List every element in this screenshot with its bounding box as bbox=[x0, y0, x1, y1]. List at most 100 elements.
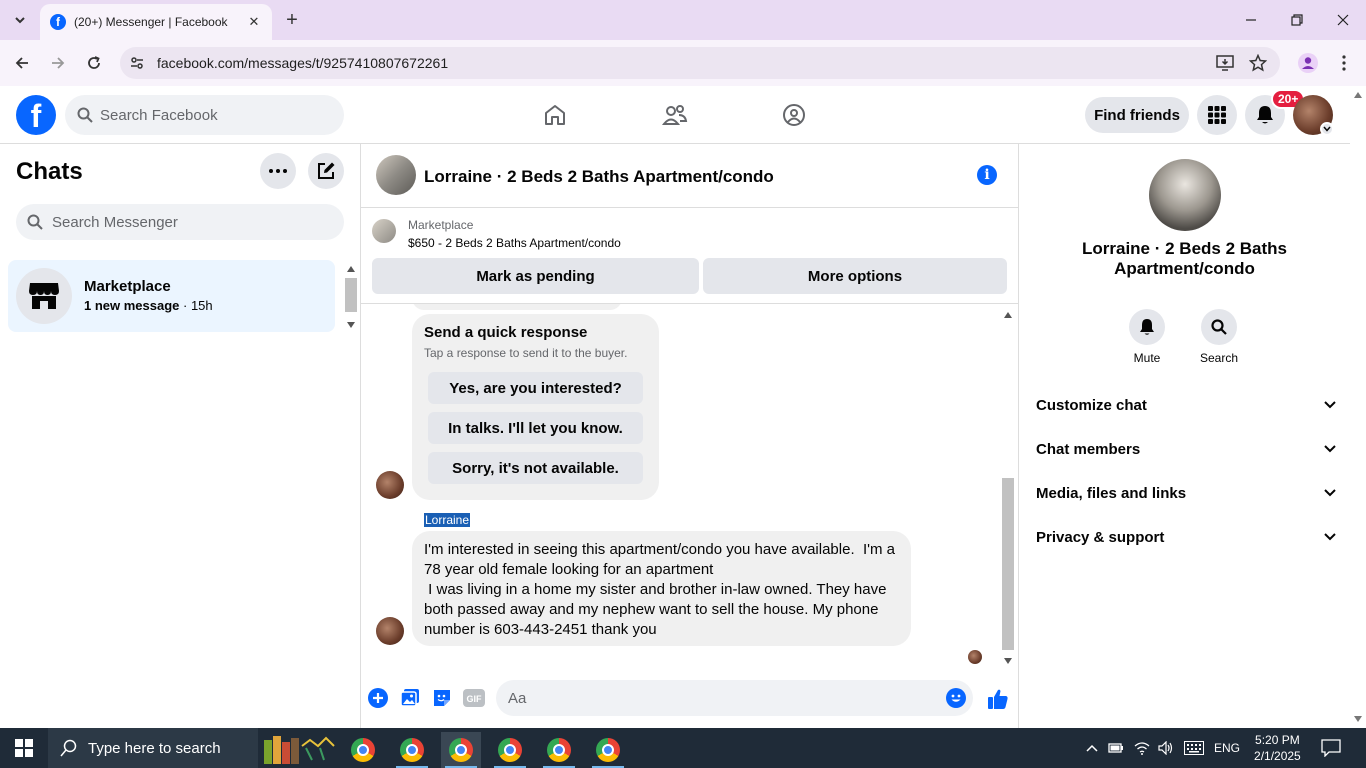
chevron-down-icon bbox=[1324, 445, 1336, 453]
chat-info-name: Lorraine · 2 Beds 2 Baths Apartment/cond… bbox=[1081, 239, 1287, 278]
menu-grid-button[interactable] bbox=[1197, 95, 1237, 135]
quick-response-option[interactable]: In talks. I'll let you know. bbox=[428, 412, 643, 444]
listing-profile-avatar[interactable] bbox=[1149, 159, 1221, 231]
battery-icon[interactable] bbox=[1108, 742, 1124, 754]
site-settings-icon[interactable] bbox=[129, 55, 145, 71]
message-input[interactable]: Aa bbox=[496, 680, 973, 716]
back-button[interactable] bbox=[6, 47, 38, 79]
listing-thumbnail[interactable] bbox=[372, 219, 396, 243]
quick-response-subtitle: Tap a response to send it to the buyer. bbox=[424, 346, 628, 360]
chrome-icon bbox=[400, 738, 424, 762]
mute-action[interactable]: Mute bbox=[1117, 309, 1177, 365]
more-actions-button[interactable] bbox=[367, 687, 389, 709]
close-tab-icon[interactable]: ✕ bbox=[246, 14, 262, 30]
quick-response-option[interactable]: Sorry, it's not available. bbox=[428, 452, 643, 484]
chrome-profile-taskbar-button[interactable] bbox=[392, 732, 432, 768]
profile-icon bbox=[1298, 53, 1318, 73]
chrome-taskbar-button[interactable] bbox=[490, 732, 530, 768]
listing-avatar[interactable] bbox=[376, 155, 416, 195]
new-message-button[interactable] bbox=[308, 153, 344, 189]
forward-button[interactable] bbox=[42, 47, 74, 79]
customize-chat-row[interactable]: Customize chat bbox=[1036, 385, 1336, 425]
privacy-support-row[interactable]: Privacy & support bbox=[1036, 517, 1336, 557]
scroll-thumb[interactable] bbox=[1002, 478, 1014, 650]
marketplace-listing-bar: Marketplace $650 - 2 Beds 2 Baths Apartm… bbox=[361, 208, 1019, 304]
close-window-button[interactable] bbox=[1320, 0, 1366, 40]
quick-response-card: Send a quick response Tap a response to … bbox=[412, 314, 659, 500]
send-like-button[interactable] bbox=[986, 687, 1010, 711]
sticker-button[interactable] bbox=[431, 687, 453, 709]
search-icon bbox=[1201, 309, 1237, 345]
notification-center-icon[interactable] bbox=[1321, 739, 1341, 757]
sidebar-scrollbar[interactable] bbox=[344, 262, 358, 332]
quick-response-option[interactable]: Yes, are you interested? bbox=[428, 372, 643, 404]
conversation-title[interactable]: Lorraine · 2 Beds 2 Baths Apartment/cond… bbox=[424, 167, 774, 187]
media-files-links-row[interactable]: Media, files and links bbox=[1036, 473, 1336, 513]
browser-tab[interactable]: f (20+) Messenger | Facebook ✕ bbox=[40, 4, 272, 40]
listing-title[interactable]: $650 - 2 Beds 2 Baths Apartment/condo bbox=[408, 236, 621, 250]
wifi-icon[interactable] bbox=[1134, 741, 1150, 755]
volume-icon[interactable] bbox=[1158, 741, 1174, 755]
scroll-up-icon bbox=[347, 266, 355, 272]
close-icon bbox=[1337, 14, 1349, 26]
conversation-scrollbar[interactable] bbox=[1001, 308, 1015, 668]
messenger-search-input[interactable]: Search Messenger bbox=[16, 204, 344, 240]
gif-button[interactable]: GIF bbox=[463, 687, 485, 709]
scroll-down-icon bbox=[347, 322, 355, 328]
buyer-avatar[interactable] bbox=[376, 471, 404, 499]
groups-nav-button[interactable] bbox=[778, 99, 810, 131]
previous-message-edge bbox=[412, 304, 622, 310]
chrome-icon bbox=[449, 738, 473, 762]
tab-search-button[interactable] bbox=[8, 8, 32, 32]
search-in-conversation-action[interactable]: Search bbox=[1189, 309, 1249, 365]
chevron-up-icon[interactable] bbox=[1086, 744, 1098, 752]
find-friends-button[interactable]: Find friends bbox=[1085, 97, 1189, 133]
scroll-up-icon bbox=[1004, 312, 1012, 318]
attach-photo-button[interactable] bbox=[399, 687, 421, 709]
restore-button[interactable] bbox=[1274, 0, 1320, 40]
chrome-icon bbox=[498, 738, 522, 762]
minimize-button[interactable] bbox=[1228, 0, 1274, 40]
emoji-icon[interactable] bbox=[946, 688, 966, 708]
chrome-active-taskbar-button[interactable] bbox=[441, 732, 481, 768]
profile-button[interactable] bbox=[1292, 47, 1324, 79]
chevron-down-icon bbox=[1324, 401, 1336, 409]
chrome-taskbar-button[interactable] bbox=[343, 732, 383, 768]
address-bar[interactable]: facebook.com/messages/t/9257410807672261 bbox=[120, 47, 1280, 79]
buyer-avatar[interactable] bbox=[376, 617, 404, 645]
scroll-thumb[interactable] bbox=[345, 278, 357, 312]
keyboard-icon[interactable] bbox=[1184, 741, 1204, 755]
mark-as-pending-button[interactable]: Mark as pending bbox=[372, 258, 699, 294]
chat-time: 15h bbox=[190, 298, 213, 313]
chevron-down-icon bbox=[1324, 533, 1336, 541]
taskbar-search-box[interactable]: Type here to search bbox=[48, 728, 258, 768]
chat-preview: 1 new message · 15h bbox=[84, 298, 213, 313]
chat-members-row[interactable]: Chat members bbox=[1036, 429, 1336, 469]
more-options-button[interactable]: More options bbox=[703, 258, 1007, 294]
home-nav-button[interactable] bbox=[539, 99, 571, 131]
chrome-taskbar-button[interactable] bbox=[539, 732, 579, 768]
reload-button[interactable] bbox=[78, 47, 110, 79]
facebook-search-input[interactable]: Search Facebook bbox=[65, 95, 344, 135]
install-app-icon[interactable] bbox=[1216, 54, 1234, 72]
groups-icon bbox=[783, 104, 805, 126]
chat-options-button[interactable] bbox=[260, 153, 296, 189]
new-tab-button[interactable]: + bbox=[280, 8, 304, 32]
search-highlight-icon[interactable] bbox=[262, 732, 338, 766]
bookmark-star-icon[interactable] bbox=[1249, 54, 1267, 72]
grid-icon bbox=[1208, 106, 1226, 124]
friends-nav-button[interactable] bbox=[659, 99, 691, 131]
mute-label: Mute bbox=[1133, 351, 1161, 365]
search-placeholder: Search Messenger bbox=[52, 214, 178, 231]
browser-menu-button[interactable] bbox=[1328, 47, 1360, 79]
account-chevron-icon[interactable] bbox=[1320, 122, 1334, 136]
start-button[interactable] bbox=[0, 728, 48, 768]
language-indicator[interactable]: ENG bbox=[1214, 741, 1240, 755]
quick-response-title: Send a quick response bbox=[424, 324, 588, 341]
facebook-logo-icon[interactable]: f bbox=[16, 95, 56, 135]
chat-list-item-marketplace[interactable]: Marketplace 1 new message · 15h bbox=[8, 260, 335, 332]
page-scrollbar[interactable] bbox=[1350, 86, 1366, 728]
chrome-taskbar-button[interactable] bbox=[588, 732, 628, 768]
clock[interactable]: 5:20 PM 2/1/2025 bbox=[1254, 732, 1301, 764]
info-icon[interactable]: i bbox=[977, 165, 997, 185]
